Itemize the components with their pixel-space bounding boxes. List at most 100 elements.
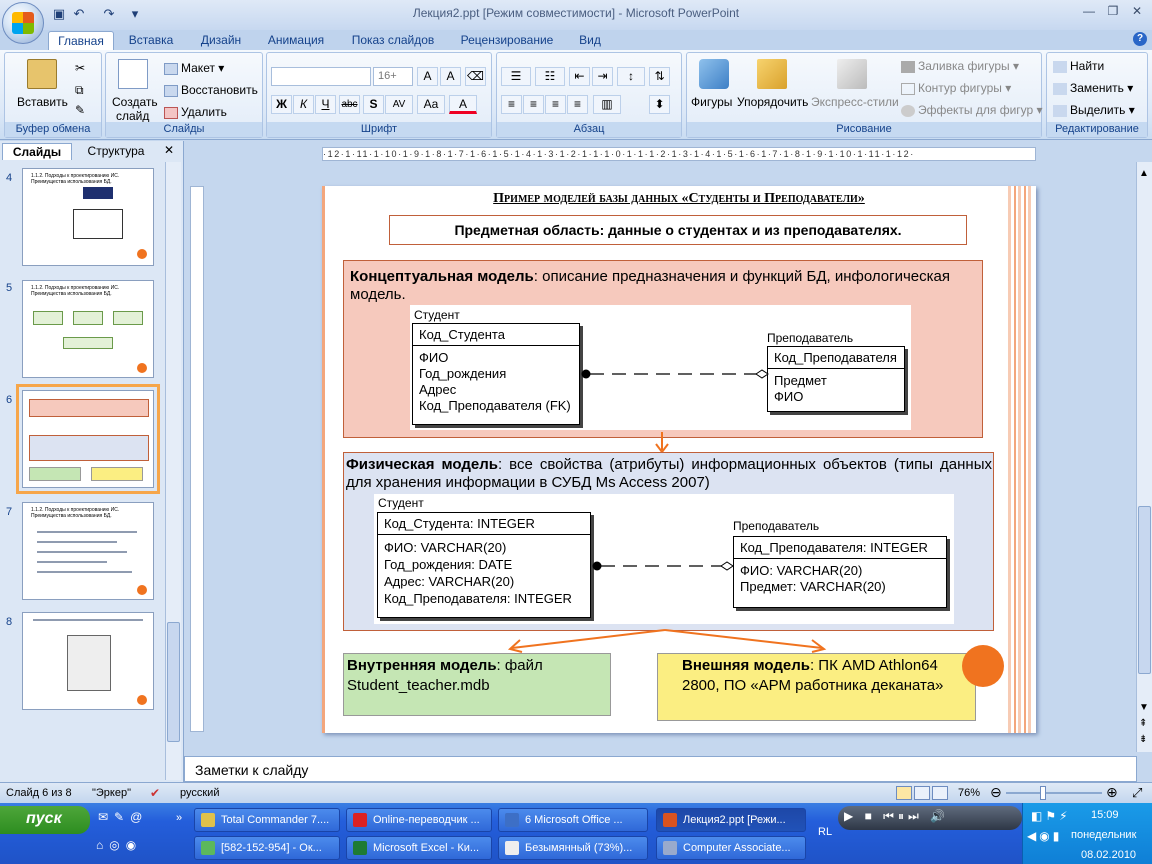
line-spacing-icon[interactable]: ↕	[617, 67, 645, 86]
zoom-slider-thumb[interactable]	[1040, 786, 1046, 800]
vertical-ruler[interactable]	[190, 186, 204, 732]
bold-button[interactable]: Ж	[271, 95, 292, 114]
font-color-button[interactable]: A	[449, 95, 477, 114]
minimize-button[interactable]: —	[1078, 4, 1100, 20]
help-icon[interactable]: ?	[1133, 32, 1147, 46]
tab-outline-panel[interactable]: Структура	[76, 143, 156, 160]
justify-icon[interactable]: ≡	[567, 95, 588, 114]
tab-slides-panel[interactable]: Слайды	[2, 143, 72, 160]
slide-scrollbar[interactable]: ▲ ▼ ⇞ ⇟	[1136, 162, 1152, 752]
close-button[interactable]: ✕	[1126, 4, 1148, 20]
fit-window-icon[interactable]: ⤢	[1132, 785, 1142, 801]
entity-student[interactable]: Код_Студента ФИО Год_рождения Адрес Код_…	[412, 323, 580, 425]
panel-scroll-thumb[interactable]	[167, 622, 180, 742]
shadow-button[interactable]: S	[363, 95, 384, 114]
scroll-up-icon[interactable]: ▲	[1139, 168, 1149, 179]
slide-thumb-8[interactable]	[22, 612, 154, 710]
taskbar-item[interactable]: Безымянный (73%)...	[498, 836, 648, 860]
align-right-icon[interactable]: ≡	[545, 95, 566, 114]
next-slide-icon[interactable]: ⇟	[1139, 734, 1147, 745]
font-name-combo[interactable]	[271, 67, 371, 86]
sorter-view-icon[interactable]	[914, 786, 930, 800]
italic-button[interactable]: К	[293, 95, 314, 114]
language[interactable]: русский	[180, 787, 219, 799]
columns-icon[interactable]: ▥	[593, 95, 621, 114]
shape-effects-button[interactable]: Эффекты для фигур ▾	[901, 103, 1043, 117]
find-button[interactable]: Найти	[1053, 59, 1104, 73]
text-direction-icon[interactable]: ⇅	[649, 67, 670, 86]
clock-time[interactable]: 15:09	[1091, 809, 1119, 821]
select-button[interactable]: Выделить ▾	[1053, 103, 1135, 117]
numbering-icon[interactable]: ☷	[535, 67, 565, 86]
entity-student-physical[interactable]: Код_Студента: INTEGER ФИО: VARCHAR(20) Г…	[377, 512, 591, 618]
reset-button[interactable]: Восстановить	[164, 83, 258, 97]
tab-review[interactable]: Рецензирование	[452, 31, 562, 50]
notes-pane[interactable]: Заметки к слайду	[184, 756, 1137, 782]
quick-launch-icons-2[interactable]: ⌂◎◉	[96, 838, 142, 852]
taskbar-item[interactable]: Total Commander 7....	[194, 808, 340, 832]
copy-icon[interactable]: ⧉	[75, 83, 84, 98]
clear-format-icon[interactable]: ⌫	[465, 67, 486, 86]
entity-teacher-physical[interactable]: Код_Преподавателя: INTEGER ФИО: VARCHAR(…	[733, 536, 947, 608]
quick-launch-icons[interactable]: ✉✎@	[98, 810, 148, 824]
format-painter-icon[interactable]: ✎	[75, 103, 85, 117]
taskbar-item[interactable]: Microsoft Excel - Ки...	[346, 836, 492, 860]
bullets-icon[interactable]: ☰	[501, 67, 531, 86]
shapes-button[interactable]: Фигуры	[691, 95, 732, 109]
taskbar-item-active[interactable]: Лекция2.ppt [Режи...	[656, 808, 806, 832]
case-button[interactable]: Aa	[417, 95, 445, 114]
increase-indent-icon[interactable]: ⇥	[592, 67, 613, 86]
shrink-font-icon[interactable]: A	[440, 67, 461, 86]
zoom-out-icon[interactable]: ⊖	[990, 784, 1002, 801]
cut-icon[interactable]: ✂	[75, 61, 85, 75]
align-text-icon[interactable]: ⬍	[649, 95, 670, 114]
tab-slideshow[interactable]: Показ слайдов	[342, 31, 444, 50]
tray-icons[interactable]: ◧⚑⚡	[1031, 809, 1071, 823]
start-button[interactable]: пуск	[0, 806, 90, 834]
grow-font-icon[interactable]: A	[417, 67, 438, 86]
tab-design[interactable]: Дизайн	[190, 31, 252, 50]
scroll-down-icon[interactable]: ▼	[1139, 702, 1149, 713]
underline-button[interactable]: Ч	[315, 95, 336, 114]
slide-thumb-4[interactable]: 1.1.2. Подходы к проектированию ИС. Преи…	[22, 168, 154, 266]
quick-styles-button[interactable]: Экспресс-стили	[811, 95, 899, 109]
spellcheck-icon[interactable]: ✔	[150, 786, 160, 800]
slideshow-view-icon[interactable]	[932, 786, 948, 800]
tab-animation[interactable]: Анимация	[258, 31, 334, 50]
tray-icons-2[interactable]: ◀◉▮	[1027, 829, 1062, 843]
arrange-button[interactable]: Упорядочить	[737, 95, 808, 109]
slide-thumb-6[interactable]	[16, 384, 160, 494]
layout-button[interactable]: Макет ▾	[164, 61, 224, 75]
normal-view-icon[interactable]	[896, 786, 912, 800]
font-size-combo[interactable]: 16+	[373, 67, 413, 86]
language-indicator[interactable]: RL	[818, 826, 832, 838]
shape-outline-button[interactable]: Контур фигуры ▾	[901, 81, 1011, 95]
scroll-thumb[interactable]	[1138, 506, 1151, 674]
spacing-button[interactable]: AV	[385, 95, 413, 114]
internal-model-box[interactable]: Внутренняя модель: файл Student_teacher.…	[343, 653, 611, 716]
decrease-indent-icon[interactable]: ⇤	[569, 67, 590, 86]
horizontal-ruler[interactable]: ·12·1·11·1·10·1·9·1·8·1·7·1·6·1·5·1·4·1·…	[322, 147, 1036, 161]
media-controls-icon[interactable]: ▶ ■ ⏮⏸⏭ 🔊	[844, 809, 949, 824]
quick-launch-expand-icon[interactable]: »	[176, 812, 182, 824]
tab-view[interactable]: Вид	[570, 31, 610, 50]
close-panel-icon[interactable]: ✕	[164, 143, 174, 157]
shape-fill-button[interactable]: Заливка фигуры ▾	[901, 59, 1019, 73]
new-slide-button[interactable]: Создать	[112, 95, 158, 109]
panel-scrollbar[interactable]	[165, 162, 181, 780]
strike-button[interactable]: abc	[339, 95, 360, 114]
zoom-level[interactable]: 76%	[958, 787, 980, 799]
zoom-in-icon[interactable]: ⊕	[1106, 784, 1118, 801]
entity-teacher[interactable]: Код_Преподавателя Предмет ФИО	[767, 346, 905, 412]
taskbar-item[interactable]: Online-переводчик ...	[346, 808, 492, 832]
maximize-button[interactable]: ❐	[1102, 4, 1124, 20]
office-button[interactable]	[2, 2, 44, 44]
tab-insert[interactable]: Вставка	[120, 31, 182, 50]
replace-button[interactable]: Заменить ▾	[1053, 81, 1133, 95]
paste-button[interactable]: Вставить	[17, 95, 68, 109]
align-left-icon[interactable]: ≡	[501, 95, 522, 114]
subject-area-box[interactable]: Предметная область: данные о студентах и…	[389, 215, 967, 245]
external-model-box[interactable]: Внешняя модель: ПК AMD Athlon64 2800, ПО…	[657, 653, 976, 721]
delete-slide-button[interactable]: Удалить	[164, 105, 227, 119]
zoom-slider[interactable]	[1006, 792, 1102, 794]
